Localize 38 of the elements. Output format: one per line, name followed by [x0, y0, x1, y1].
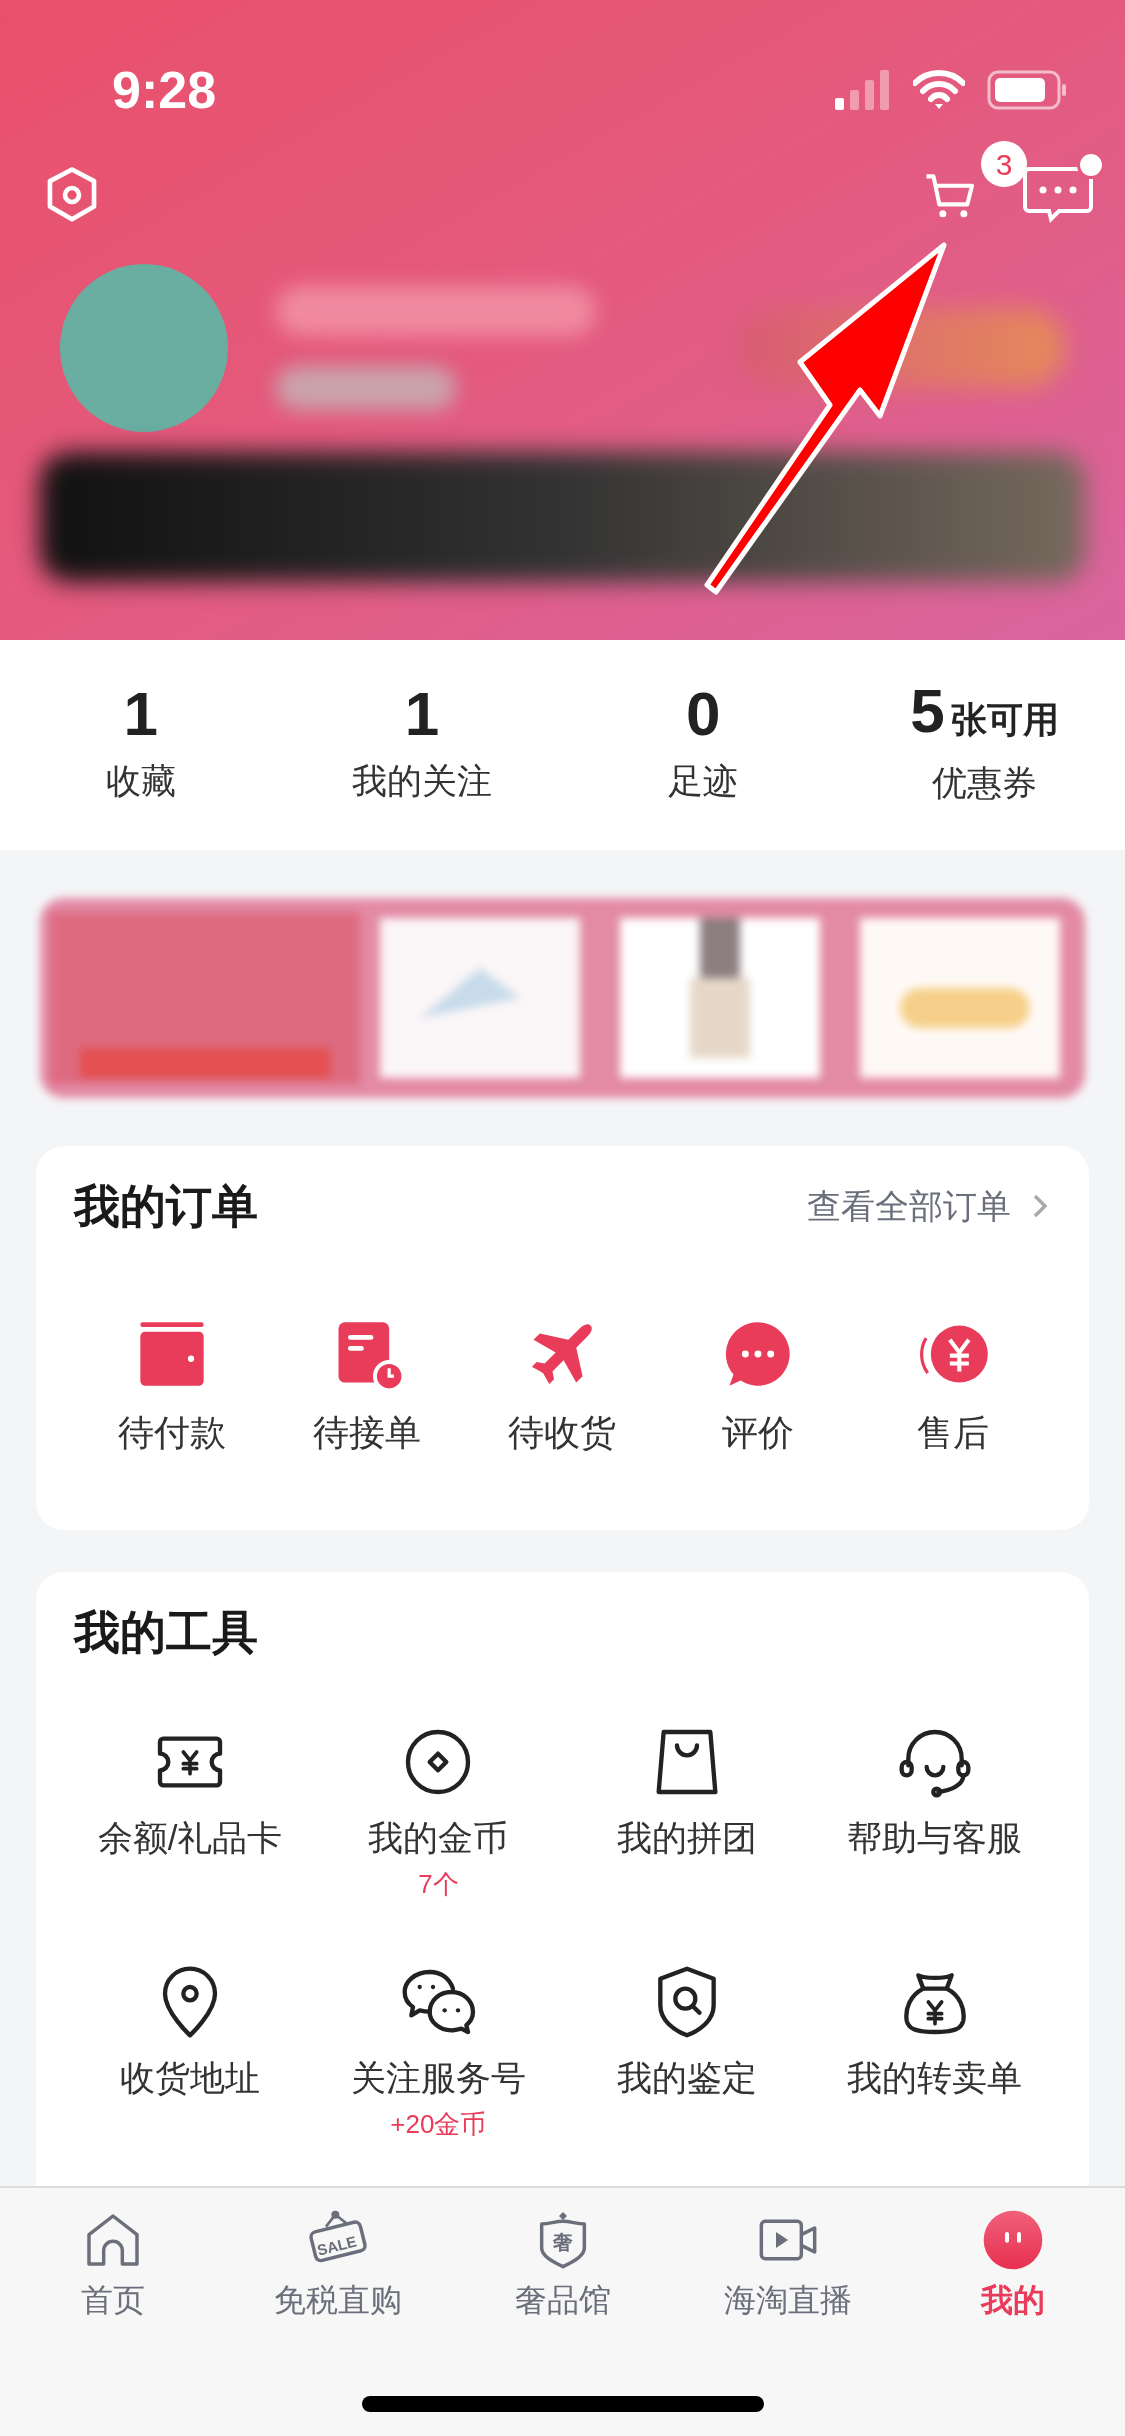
tool-label[interactable]: 收货地址 — [120, 2052, 261, 2105]
stat-label[interactable]: 优惠券 — [931, 757, 1037, 810]
tab-bar-item[interactable]: 首页 — [0, 2208, 225, 2324]
tab-bar-item[interactable]: 海淘直播 — [675, 2208, 900, 2324]
status-time: 9:28 — [112, 60, 217, 121]
tool-note: +20金币 — [390, 2107, 487, 2141]
stat-value: 1 — [123, 682, 158, 745]
tool-label[interactable]: 余额/礼品卡 — [97, 1812, 283, 1865]
tool-note: 7个 — [418, 1867, 459, 1901]
card-title: 我的订单 — [74, 1178, 258, 1234]
view-all-orders-link[interactable]: 查看全部订单 — [807, 1180, 1051, 1232]
stat-value: 1 — [404, 682, 440, 745]
order-status-button[interactable]: 待付款 — [74, 1316, 270, 1460]
tab-bar-item[interactable]: SALE 免税直购 — [225, 2208, 450, 2324]
tool-label[interactable]: 帮助与客服 — [847, 1812, 1023, 1865]
wifi-icon — [913, 70, 965, 110]
tab-bar-item[interactable]: 我的 — [900, 2208, 1125, 2324]
stat-suffix: 张可用 — [950, 698, 1059, 743]
battery-icon — [987, 70, 1067, 110]
stat-value: 5 — [910, 680, 945, 743]
tool-label[interactable]: 我的鉴定 — [616, 2052, 757, 2105]
tool-label[interactable]: 我的转卖单 — [847, 2052, 1023, 2105]
order-status-button[interactable]: 待接单 — [269, 1316, 465, 1460]
stat-label[interactable]: 我的关注 — [351, 754, 492, 808]
card-title: 我的工具 — [74, 1604, 258, 1660]
signal-icon — [835, 70, 891, 110]
order-status-button[interactable]: 售后 — [855, 1316, 1051, 1460]
tab-bar-item[interactable]: 奢 奢品馆 — [450, 2208, 675, 2324]
stat-label[interactable]: 足迹 — [668, 754, 739, 808]
tool-label[interactable]: 关注服务号 — [350, 2052, 526, 2105]
message-icon[interactable] — [1023, 165, 1093, 225]
tool-label[interactable]: 我的拼团 — [616, 1812, 757, 1865]
cart-badge: 3 — [981, 141, 1027, 187]
order-status-button[interactable]: 待收货 — [464, 1316, 661, 1460]
tool-label[interactable]: 我的金币 — [368, 1812, 509, 1865]
stat-label[interactable]: 收藏 — [105, 754, 176, 808]
order-status-button[interactable]: 评价 — [660, 1316, 856, 1460]
stat-value: 0 — [685, 682, 721, 745]
